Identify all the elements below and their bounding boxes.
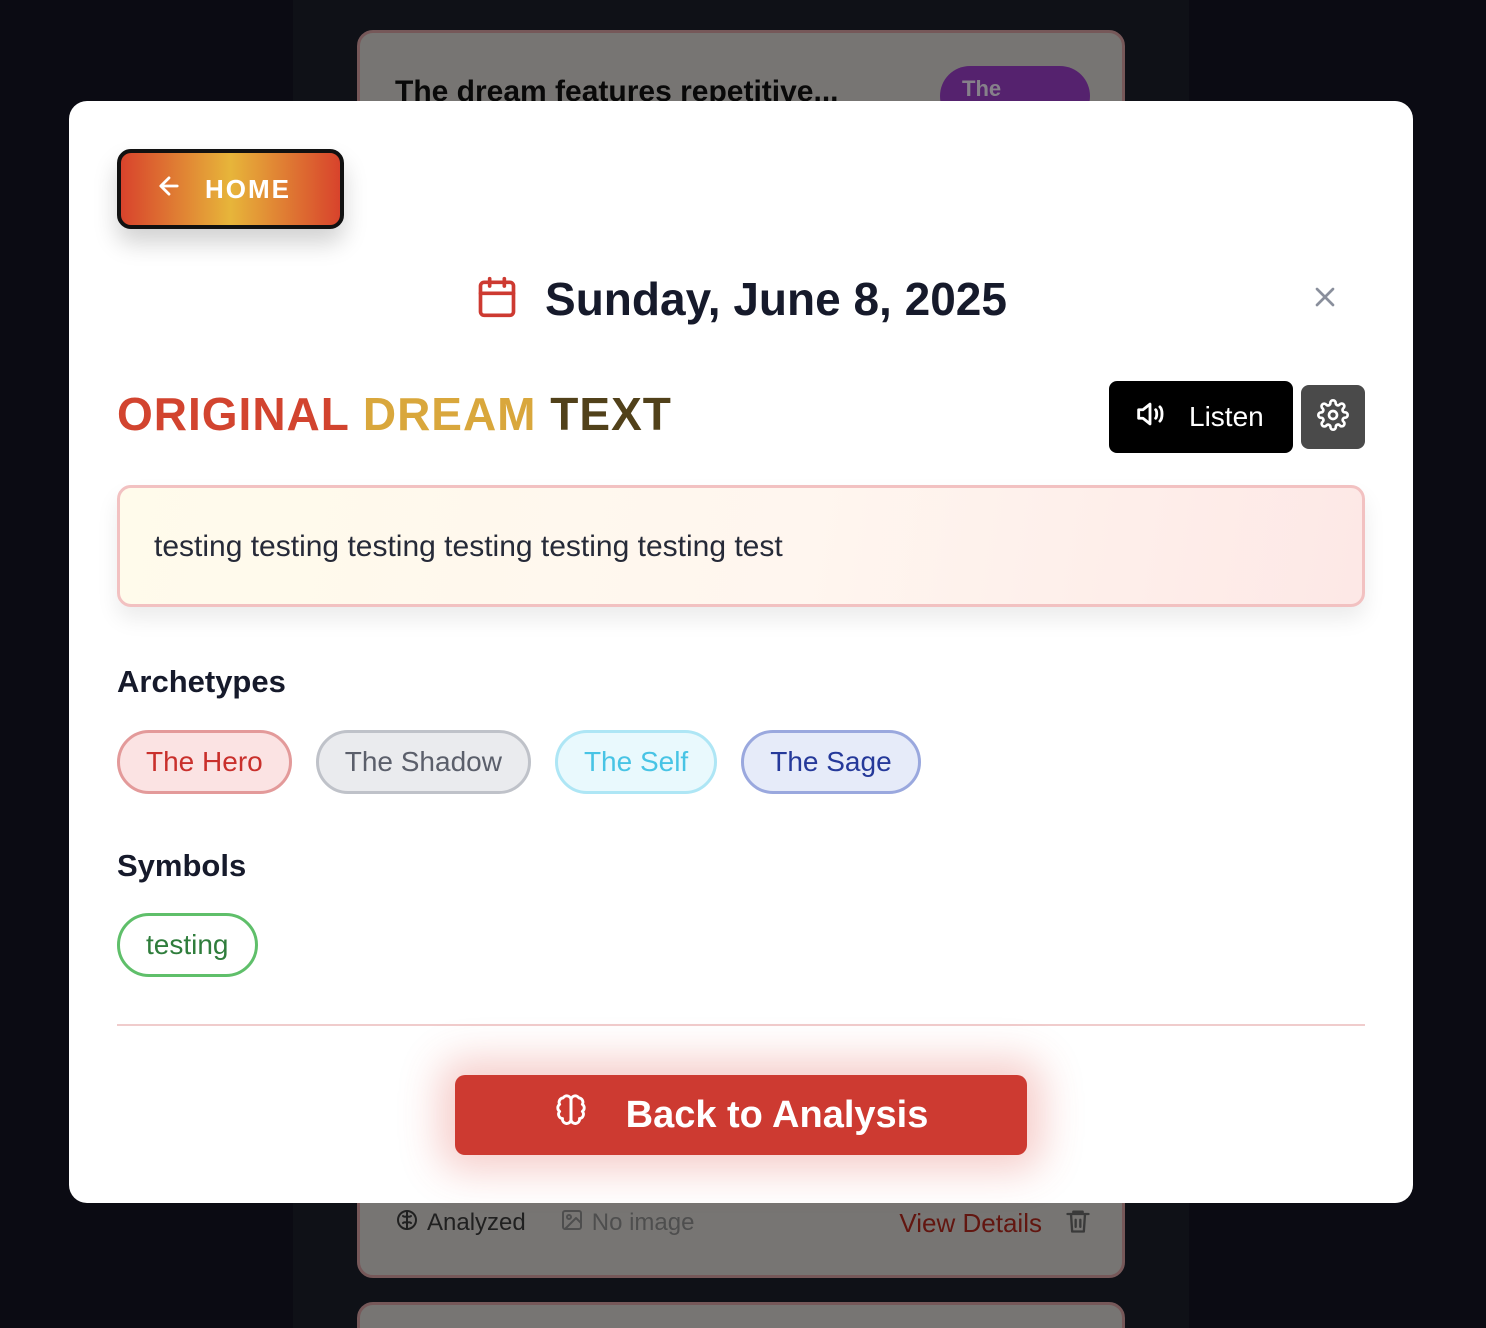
archetype-list: The Hero The Shadow The Self The Sage [117,730,921,794]
listen-label: Listen [1189,401,1264,432]
symbol-pill[interactable]: testing [117,913,258,977]
home-label: HOME [205,173,291,204]
close-button[interactable] [1309,281,1341,313]
speaker-icon [1133,397,1167,438]
dream-detail-modal: HOME Sunday, June 8, 2025 ORIGINAL DREAM… [69,101,1413,1203]
archetypes-label: Archetypes [117,664,286,699]
heading-word-original: ORIGINAL [117,388,350,440]
dream-date-header: Sunday, June 8, 2025 [69,269,1413,329]
gear-icon [1317,398,1349,436]
heading-word-text: TEXT [550,388,672,440]
dream-date: Sunday, June 8, 2025 [545,273,1007,325]
close-icon [1309,287,1341,317]
divider [117,1024,1365,1026]
listen-button[interactable]: Listen [1109,381,1293,453]
archetype-pill-shadow[interactable]: The Shadow [315,730,531,794]
symbols-label: Symbols [117,848,247,883]
dream-text-box: testing testing testing testing testing … [117,485,1365,607]
arrow-left-icon [155,172,183,207]
home-button[interactable]: HOME [117,149,344,229]
heading-word-dream: DREAM [362,388,537,440]
archetype-pill-sage[interactable]: The Sage [741,730,921,794]
archetype-pill-hero[interactable]: The Hero [117,730,292,794]
calendar-icon [475,274,519,325]
brain-icon [554,1093,588,1137]
symbol-list: testing [117,913,258,977]
archetype-pill-self[interactable]: The Self [554,730,718,794]
voice-settings-button[interactable] [1301,385,1365,449]
original-dream-text-heading: ORIGINAL DREAM TEXT [117,387,672,441]
back-to-analysis-button[interactable]: Back to Analysis [455,1075,1027,1155]
back-to-analysis-label: Back to Analysis [625,1093,929,1136]
